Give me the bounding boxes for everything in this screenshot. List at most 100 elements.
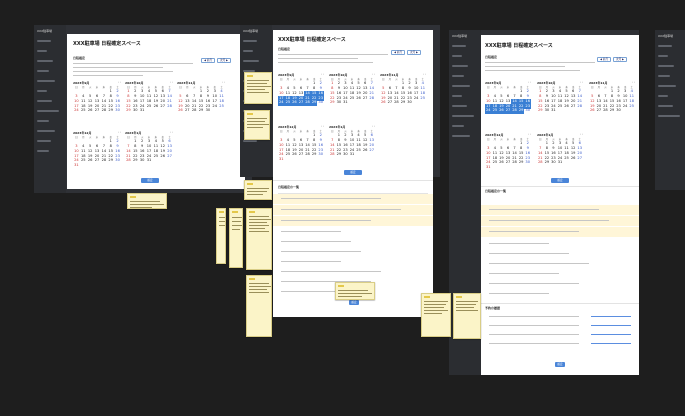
- calendar-day[interactable]: 27: [297, 101, 305, 106]
- calendar-day[interactable]: 27: [184, 109, 191, 114]
- sidebar-item[interactable]: [452, 55, 462, 57]
- calendar-day[interactable]: 24: [413, 96, 420, 101]
- calendar-day[interactable]: 25: [285, 153, 292, 158]
- calendar-nav[interactable]: ‹ ›: [321, 125, 324, 128]
- calendar[interactable]: 2023年12月 ‹ › 日月火水木金土 1 2 3 4 5 6 7 8 9 10 11 12 13 14 15 1…: [278, 125, 324, 171]
- calendar-day[interactable]: 29: [310, 101, 318, 106]
- calendar-nav[interactable]: ‹ ›: [118, 131, 121, 134]
- next-month-button[interactable]: 次月 ▶: [407, 50, 421, 55]
- calendar-day[interactable]: 31: [349, 153, 356, 158]
- calendar-nav[interactable]: ‹ ›: [632, 81, 635, 84]
- sidebar-item[interactable]: [452, 65, 468, 67]
- sidebar-item[interactable]: [37, 40, 51, 42]
- sticky-note[interactable]: [244, 110, 270, 140]
- sidebar-item[interactable]: [452, 115, 474, 117]
- sidebar-item[interactable]: [452, 85, 470, 87]
- calendar-day[interactable]: 29: [517, 109, 525, 114]
- sidebar-item[interactable]: [37, 90, 47, 92]
- calendar-day[interactable]: 29: [107, 159, 114, 164]
- calendar[interactable]: 2023年11月 ‹ › 日月火水木金土 1 2 3 4 5 6 7 8 9 10 11 12 13 14 15 1…: [380, 73, 426, 119]
- calendar-day[interactable]: 30: [524, 109, 531, 114]
- calendar-day[interactable]: 28: [125, 159, 132, 164]
- sidebar-item[interactable]: [243, 40, 257, 42]
- history-link[interactable]: [591, 325, 631, 326]
- sticky-note[interactable]: [453, 293, 481, 339]
- table-row[interactable]: [481, 216, 639, 226]
- calendar-day[interactable]: 30: [317, 153, 324, 158]
- calendar[interactable]: 2023年11月 ‹ › 日月火水木金土 1 2 3 4 5 6 7 8 9 10 11 12 13 14 15 1…: [177, 81, 225, 131]
- calendar-day[interactable]: 27: [298, 153, 305, 158]
- calendar-nav[interactable]: ‹ ›: [372, 73, 375, 76]
- sticky-note[interactable]: [244, 72, 272, 104]
- calendar-day[interactable]: 26: [152, 104, 159, 109]
- calendar-nav[interactable]: ‹ ›: [118, 81, 121, 84]
- prev-month-button[interactable]: ◀ 前月: [391, 50, 405, 55]
- sidebar-item[interactable]: [37, 150, 49, 152]
- calendar-day[interactable]: 25: [284, 101, 292, 106]
- calendar-day[interactable]: 30: [524, 161, 531, 166]
- sticky-note[interactable]: [229, 208, 243, 268]
- calendar-day[interactable]: 30: [139, 159, 146, 164]
- calendar-day[interactable]: 25: [491, 109, 499, 114]
- calendar-day[interactable]: 29: [544, 161, 551, 166]
- calendar-day[interactable]: 31: [557, 161, 564, 166]
- table-row[interactable]: [273, 205, 433, 215]
- calendar-day[interactable]: 27: [387, 101, 394, 106]
- calendar-day[interactable]: 30: [114, 109, 121, 114]
- calendar-day[interactable]: 30: [114, 159, 121, 164]
- calendar-nav[interactable]: ‹ ›: [321, 73, 324, 76]
- calendar-day[interactable]: 25: [349, 96, 356, 101]
- sidebar-item[interactable]: [658, 105, 673, 107]
- calendar[interactable]: 2024年1月 ‹ › 日月火水木金土 1 2 3 4 5 6 7 8 9 10 11 12 13 14 15 16…: [125, 131, 173, 181]
- table-row[interactable]: [273, 194, 433, 204]
- sidebar-item[interactable]: [452, 105, 467, 107]
- calendar-day[interactable]: 31: [278, 157, 285, 163]
- sidebar-item[interactable]: [452, 95, 462, 97]
- calendar-day[interactable]: 24: [73, 109, 80, 114]
- calendar-nav[interactable]: ‹ ›: [580, 133, 583, 136]
- calendar-day[interactable]: 26: [177, 109, 184, 114]
- calendar-nav[interactable]: ‹ ›: [170, 131, 173, 134]
- sidebar-item[interactable]: [452, 125, 464, 127]
- calendar-day[interactable]: 27: [159, 104, 166, 109]
- calendar-day[interactable]: 30: [615, 109, 622, 114]
- calendar-day[interactable]: 28: [166, 104, 173, 109]
- sticky-note[interactable]: [246, 275, 272, 337]
- table-row[interactable]: [481, 227, 639, 237]
- sidebar-item[interactable]: [452, 45, 466, 47]
- calendar[interactable]: 2023年12月 ‹ › 日月火水木金土 1 2 3 4 5 6 7 8 9 10 11 12 13 14 15 1…: [485, 133, 531, 179]
- calendar-day[interactable]: 27: [504, 109, 512, 114]
- calendar-day[interactable]: 29: [400, 101, 407, 106]
- calendar-day[interactable]: 27: [368, 148, 375, 153]
- calendar-day[interactable]: 28: [576, 104, 583, 109]
- sticky-note[interactable]: [335, 282, 375, 300]
- calendar-day[interactable]: 30: [317, 101, 324, 106]
- sidebar-item[interactable]: [37, 100, 52, 102]
- calendar-day[interactable]: 27: [94, 159, 101, 164]
- calendar-nav[interactable]: ‹ ›: [528, 133, 531, 136]
- sidebar-item[interactable]: [658, 95, 668, 97]
- calendar-day[interactable]: 30: [132, 109, 139, 114]
- calendar-nav[interactable]: ‹ ›: [170, 81, 173, 84]
- sidebar-item[interactable]: [658, 65, 674, 67]
- calendar-day[interactable]: 29: [311, 153, 318, 158]
- sidebar-item[interactable]: [658, 75, 670, 77]
- calendar-day[interactable]: 27: [166, 154, 173, 159]
- sticky-note[interactable]: [421, 293, 451, 337]
- calendar-day[interactable]: 26: [87, 159, 94, 164]
- calendar[interactable]: 2023年10月 ‹ › 日月火水木金土 1 2 3 4 5 6 7 8 9 10 11 12 13 14 15 1…: [537, 81, 583, 127]
- sidebar-item[interactable]: [243, 60, 259, 62]
- calendar-day[interactable]: 28: [191, 109, 198, 114]
- calendar-day[interactable]: 30: [406, 101, 413, 106]
- confirm-button[interactable]: 確定: [141, 178, 159, 183]
- sidebar-item[interactable]: [37, 130, 55, 132]
- sidebar-item[interactable]: [37, 120, 49, 122]
- sidebar-item[interactable]: [37, 50, 47, 52]
- calendar-day[interactable]: 31: [342, 101, 349, 106]
- calendar-day[interactable]: 29: [518, 161, 525, 166]
- sidebar-item[interactable]: [37, 110, 59, 112]
- sidebar-item[interactable]: [37, 140, 51, 142]
- table-row[interactable]: [273, 216, 433, 226]
- calendar-day[interactable]: 29: [107, 109, 114, 114]
- calendar[interactable]: 2023年10月 ‹ › 日月火水木金土 1 2 3 4 5 6 7 8 9 10 11 12 13 14 15 1…: [329, 73, 375, 119]
